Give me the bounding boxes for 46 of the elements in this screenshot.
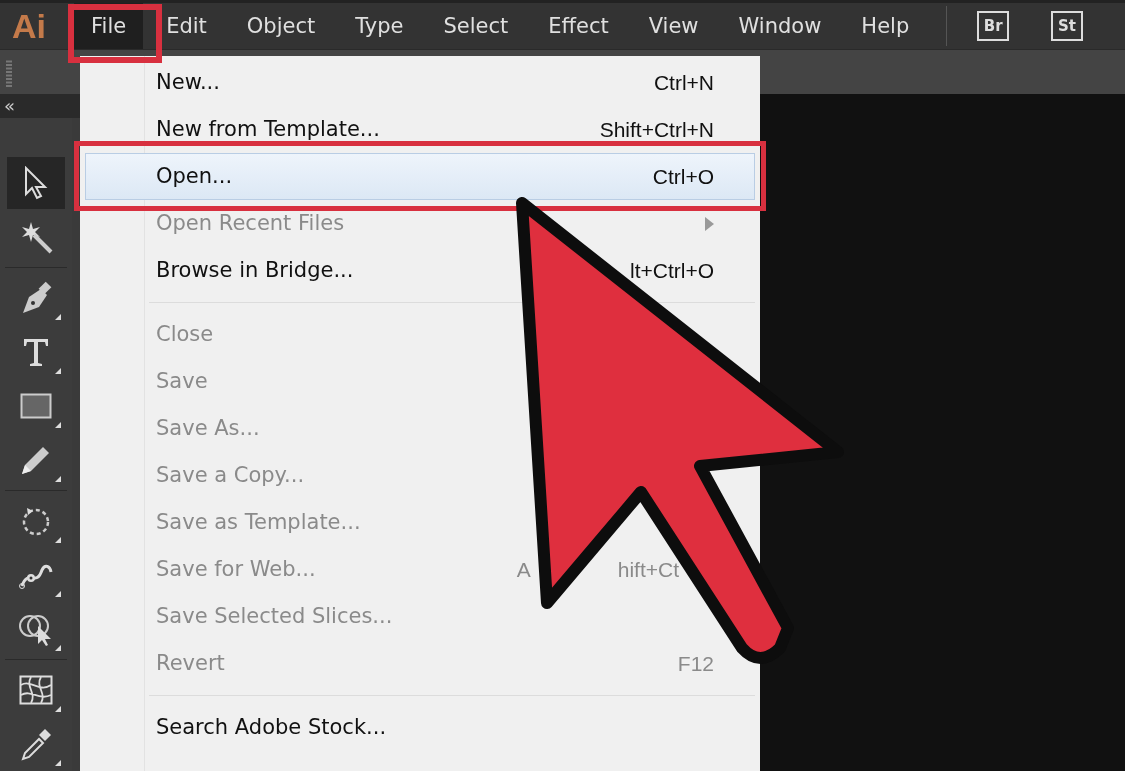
menu-item[interactable]: New from Template... Shift+Ctrl+N: [85, 106, 755, 153]
collapse-button[interactable]: «: [0, 96, 19, 116]
shortcut-text: lt+Ctrl+O: [629, 258, 714, 283]
shortcut-text: F12: [677, 651, 714, 676]
app-switch-button[interactable]: Br: [977, 11, 1010, 41]
menu-item[interactable]: Browse in Bridge... lt+Ctrl+O: [85, 247, 755, 294]
mesh-icon: [19, 675, 53, 705]
menu-item[interactable]: Search Adobe Stock...: [85, 704, 755, 751]
menu-bar-item[interactable]: Effect: [531, 3, 626, 49]
menu-bar-item[interactable]: View: [631, 3, 716, 49]
menu-bar-item[interactable]: Window: [721, 3, 839, 49]
tool-button[interactable]: [7, 157, 65, 209]
menu-item-label: Save Selected Slices...: [156, 604, 394, 629]
menu-item-label: New...: [156, 70, 221, 95]
shortcut-text: A: [516, 557, 531, 582]
menu-item-label: Save: [156, 369, 209, 394]
menu-bar-item[interactable]: Object: [229, 3, 333, 49]
menu-bar-item[interactable]: Select: [426, 3, 526, 49]
rectangle-icon: [20, 393, 52, 419]
type-tool-icon: [22, 337, 50, 367]
menu-item-label: Browse in Bridge...: [156, 258, 355, 283]
app-switch-button[interactable]: St: [1051, 11, 1083, 41]
menu-item[interactable]: New... Ctrl+N: [85, 59, 755, 106]
shortcut-text: Ctrl+N: [653, 70, 714, 95]
shortcut-text: Shift+Ctrl+N: [599, 117, 714, 142]
menu-bar-item[interactable]: Type: [338, 3, 421, 49]
eyedropper-icon: [19, 727, 53, 761]
menu-item-label: Close: [156, 322, 215, 347]
menu-item-label: Save as Template...: [156, 510, 362, 535]
menu-item-label: Open...: [156, 164, 234, 189]
menu-item-label: Save As...: [156, 416, 261, 441]
menu-item-label: Revert: [156, 651, 226, 676]
menu-item-label: Save a Copy...: [156, 463, 306, 488]
menu-item-label: Save for Web...: [156, 557, 317, 582]
shape-builder-icon: [18, 612, 54, 646]
app-logo: Ai: [12, 6, 46, 46]
menu-item-label: Search Adobe Stock...: [156, 715, 388, 740]
arrow-icon: [23, 166, 49, 200]
menu-bar-item[interactable]: Edit: [149, 3, 224, 49]
menu-bar-item[interactable]: Help: [844, 3, 927, 49]
menu-item-label: New from Template...: [156, 117, 381, 142]
menu-item-label: Open Recent Files: [156, 211, 346, 236]
shortcut-text: hift+Ct: [617, 557, 679, 582]
submenu-arrow-icon: [705, 216, 714, 231]
menu-item[interactable]: Open... Ctrl+O: [85, 153, 755, 200]
shortcut-text: Ctrl+O: [652, 164, 714, 189]
